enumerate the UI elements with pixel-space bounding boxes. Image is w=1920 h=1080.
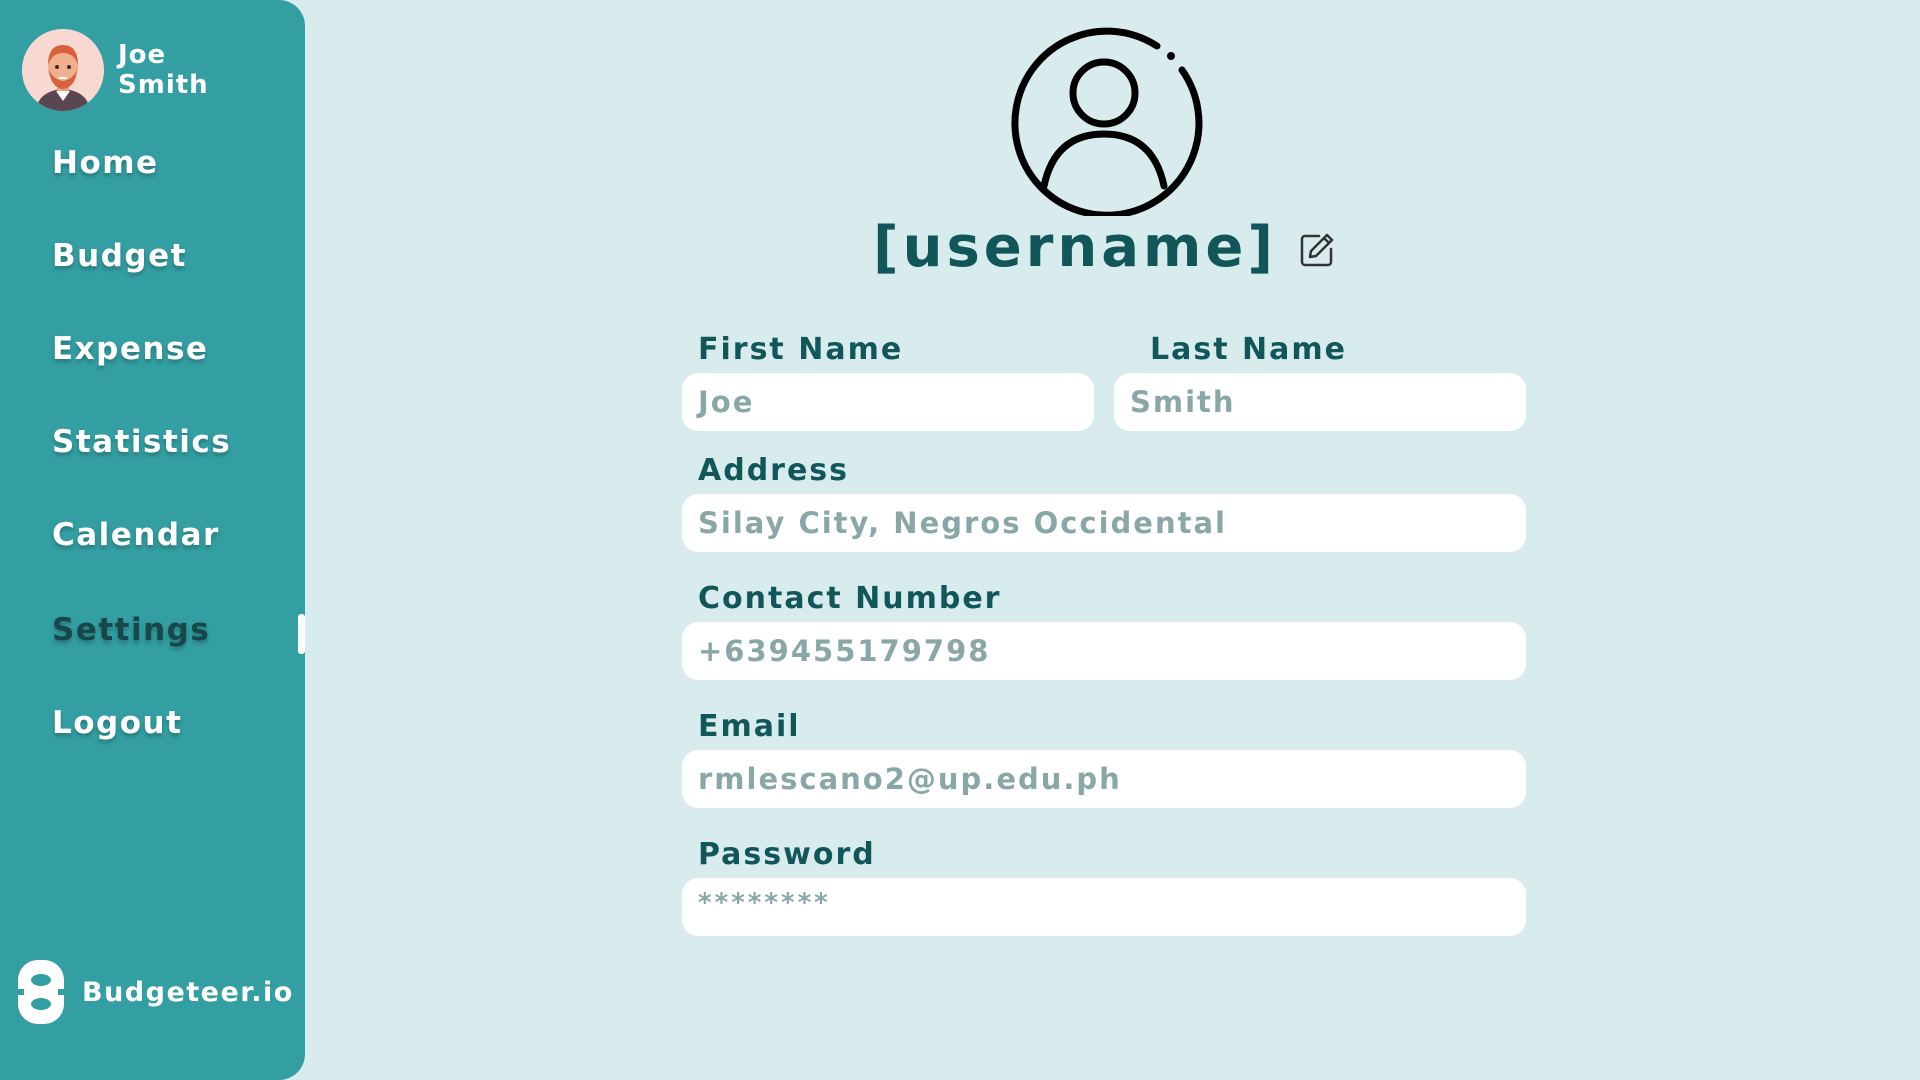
sidebar-item-home[interactable]: Home [52, 145, 159, 181]
password-label: Password [698, 837, 876, 872]
email-field[interactable]: rmlescano2@up.edu.ph [682, 750, 1526, 808]
last-name-label: Last Name [1150, 332, 1347, 367]
brand: Budgeteer.io [18, 960, 294, 1024]
edit-icon[interactable] [1299, 232, 1335, 268]
sidebar-item-calendar[interactable]: Calendar [52, 517, 220, 553]
active-nav-indicator [298, 614, 305, 654]
email-label: Email [698, 709, 801, 744]
address-label: Address [698, 453, 850, 488]
password-field[interactable]: ******** [682, 878, 1526, 936]
sidebar-profile[interactable]: Joe Smith [22, 29, 238, 111]
sidebar-item-logout[interactable]: Logout [52, 705, 182, 741]
user-circle-icon [1011, 27, 1203, 216]
username: [username] [873, 215, 1277, 280]
avatar [22, 29, 104, 111]
user-last-name: Smith [118, 70, 209, 100]
address-field[interactable]: Silay City, Negros Occidental [682, 494, 1526, 552]
sidebar-item-settings[interactable]: Settings [52, 612, 210, 648]
first-name-field[interactable]: Joe [682, 373, 1094, 431]
brand-name: Budgeteer.io [82, 976, 294, 1008]
avatar-man-icon [22, 29, 104, 111]
username-row: [username] [0, 215, 1920, 280]
sidebar-user-name: Joe Smith [118, 40, 238, 100]
last-name-field[interactable]: Smith [1114, 373, 1526, 431]
first-name-label: First Name [698, 332, 904, 367]
sidebar-item-statistics[interactable]: Statistics [52, 424, 231, 460]
budgeteer-logo-icon [18, 960, 64, 1024]
user-first-name: Joe [118, 40, 167, 70]
sidebar: Joe Smith Home Budget Expense Statistics… [0, 0, 305, 1080]
contact-number-label: Contact Number [698, 581, 1002, 616]
sidebar-item-expense[interactable]: Expense [52, 331, 208, 367]
contact-number-field[interactable]: +639455179798 [682, 622, 1526, 680]
